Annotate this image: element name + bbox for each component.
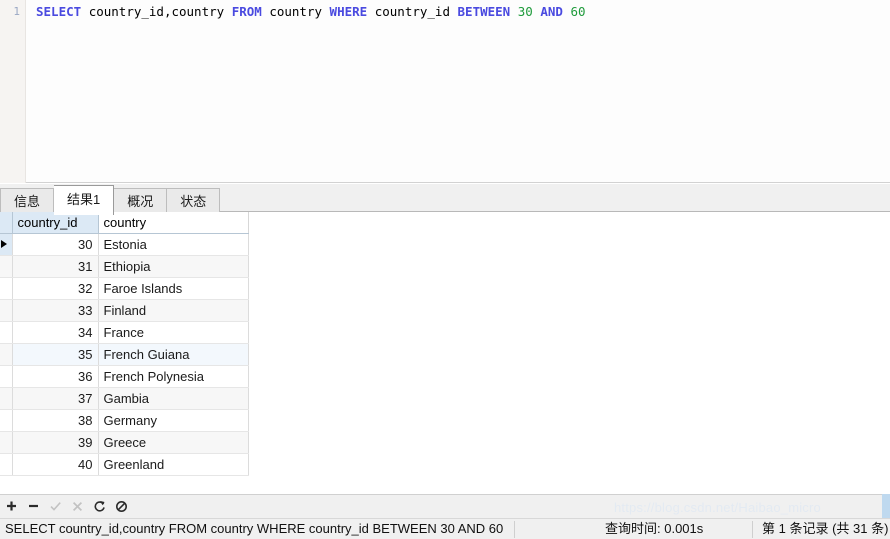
row-indicator-cell[interactable] [0, 343, 13, 366]
cell-country[interactable]: Ethiopia [98, 255, 249, 278]
sql-token-7 [322, 4, 330, 19]
cell-country-id[interactable]: 30 [12, 233, 99, 256]
cell-country-id[interactable]: 33 [12, 299, 99, 322]
sql-token-6: country [269, 4, 323, 19]
cell-country[interactable]: Gambia [98, 387, 249, 410]
table-row[interactable]: 37 Gambia [0, 387, 249, 410]
column-header-country[interactable]: country [98, 212, 249, 234]
table-row[interactable]: 35 French Guiana [0, 343, 249, 366]
column-header-country-id[interactable]: country_id [12, 212, 99, 234]
table-row[interactable]: 30 Estonia [0, 233, 249, 256]
sql-token-0: SELECT [36, 4, 82, 19]
row-indicator-cell[interactable] [0, 431, 13, 454]
status-record-count: 第 1 条记录 (共 31 条) [762, 521, 889, 536]
cell-country-id[interactable]: 34 [12, 321, 99, 344]
sql-editor-code[interactable]: SELECT country_id,country FROM country W… [36, 4, 886, 20]
row-indicator-cell[interactable] [0, 365, 13, 388]
grid-header-row: country_id country [0, 212, 249, 234]
cell-country-id[interactable]: 32 [12, 277, 99, 300]
table-row[interactable]: 38 Germany [0, 409, 249, 432]
sql-token-9 [367, 4, 375, 19]
sql-token-10: country_id [374, 4, 450, 19]
row-indicator-cell[interactable] [0, 277, 13, 300]
cell-country[interactable]: France [98, 321, 249, 344]
cell-country[interactable]: Finland [98, 299, 249, 322]
row-indicator-cell[interactable] [0, 321, 13, 344]
table-row[interactable]: 39 Greece [0, 431, 249, 454]
sql-token-13 [510, 4, 518, 19]
cell-country[interactable]: Faroe Islands [98, 277, 249, 300]
vertical-scrollbar[interactable] [882, 494, 890, 518]
cell-country[interactable]: French Polynesia [98, 365, 249, 388]
tab-result[interactable]: 结果1 [54, 185, 115, 215]
add-record-button[interactable] [0, 495, 22, 518]
cell-country[interactable]: Germany [98, 409, 249, 432]
status-sql-text: SELECT country_id,country FROM country W… [5, 521, 504, 536]
row-indicator-cell[interactable] [0, 409, 13, 432]
sql-editor-pane[interactable]: 1 SELECT country_id,country FROM country… [0, 0, 890, 183]
row-indicator-cell[interactable] [0, 387, 13, 410]
tab-概况[interactable]: 概况 [114, 188, 168, 215]
status-query-time: 查询时间: 0.001s [605, 521, 704, 536]
current-row-arrow-icon [1, 239, 7, 248]
row-indicator-cell[interactable] [0, 233, 13, 256]
sql-token-8: WHERE [329, 4, 368, 19]
table-row[interactable]: 40 Greenland [0, 453, 249, 476]
row-indicator-cell[interactable] [0, 255, 13, 278]
cell-country-id[interactable]: 39 [12, 431, 99, 454]
table-row[interactable]: 33 Finland [0, 299, 249, 322]
table-row[interactable]: 34 France [0, 321, 249, 344]
cancel-change-button [66, 495, 88, 518]
record-toolbar [0, 494, 890, 518]
cell-country[interactable]: French Guiana [98, 343, 249, 366]
status-divider [514, 521, 515, 538]
sql-token-4: FROM [231, 4, 262, 19]
cell-country-id[interactable]: 38 [12, 409, 99, 432]
sql-token-16: AND [540, 4, 563, 19]
delete-record-button[interactable] [22, 495, 44, 518]
sql-token-2: country_id,country [88, 4, 225, 19]
cell-country[interactable]: Greenland [98, 453, 249, 476]
table-row[interactable]: 36 French Polynesia [0, 365, 249, 388]
sql-token-14: 30 [517, 4, 533, 19]
row-indicator-cell[interactable] [0, 453, 13, 476]
tab-信息[interactable]: 信息 [0, 188, 55, 215]
cell-country-id[interactable]: 35 [12, 343, 99, 366]
status-bar: SELECT country_id,country FROM country W… [0, 518, 890, 539]
cell-country-id[interactable]: 37 [12, 387, 99, 410]
grid-body: 30 Estonia 31 Ethiopia 32 Faroe Islands 33 Finl… [0, 233, 249, 476]
line-number: 1 [13, 5, 20, 18]
apply-change-button [44, 495, 66, 518]
sql-token-18: 60 [570, 4, 586, 19]
table-row[interactable]: 31 Ethiopia [0, 255, 249, 278]
sql-token-12: BETWEEN [457, 4, 511, 19]
sql-token-1 [81, 4, 89, 19]
editor-line-number-gutter: 1 [0, 0, 26, 183]
table-row[interactable]: 32 Faroe Islands [0, 277, 249, 300]
cell-country[interactable]: Estonia [98, 233, 249, 256]
stop-button[interactable] [110, 495, 132, 518]
row-indicator-header [0, 212, 13, 234]
result-grid[interactable]: country_id country 30 Estonia 31 Ethiopia 32… [0, 212, 249, 476]
status-divider [752, 521, 753, 538]
sql-token-3 [224, 4, 232, 19]
refresh-button[interactable] [88, 495, 110, 518]
cell-country-id[interactable]: 36 [12, 365, 99, 388]
row-indicator-cell[interactable] [0, 299, 13, 322]
cell-country-id[interactable]: 31 [12, 255, 99, 278]
tab-状态[interactable]: 状态 [167, 188, 221, 215]
cell-country[interactable]: Greece [98, 431, 249, 454]
sql-token-11 [450, 4, 458, 19]
result-grid-area[interactable]: country_id country 30 Estonia 31 Ethiopia 32… [0, 212, 890, 494]
result-tab-strip: 信息 结果1 概况 状态 [0, 184, 890, 215]
cell-country-id[interactable]: 40 [12, 453, 99, 476]
